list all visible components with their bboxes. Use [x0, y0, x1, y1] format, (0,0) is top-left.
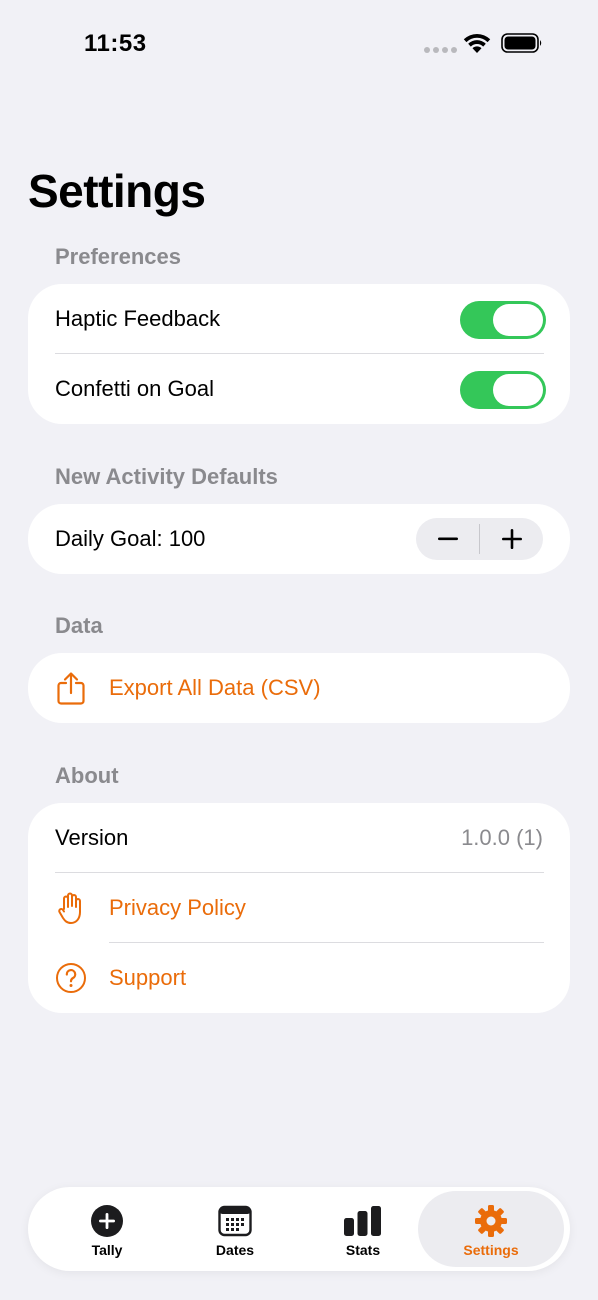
- toggle-knob: [493, 374, 543, 406]
- preferences-card: Haptic Feedback Confetti on Goal: [28, 284, 570, 424]
- hand-raised-icon: [58, 892, 81, 924]
- tab-tally-label: Tally: [91, 1242, 123, 1258]
- data-card: Export All Data (CSV): [28, 653, 570, 723]
- daily-goal-row: Daily Goal: 100: [28, 504, 570, 574]
- tab-stats-label: Stats: [345, 1242, 381, 1258]
- settings-screen: 11:53 Settings Preferences Haptic Feedba…: [0, 0, 598, 1300]
- minus-icon: [437, 537, 458, 541]
- tab-dates[interactable]: Dates: [170, 1191, 300, 1267]
- confetti-on-goal-toggle[interactable]: [460, 371, 546, 409]
- haptic-feedback-toggle[interactable]: [460, 301, 546, 339]
- cellular-signal-icon: [424, 47, 457, 53]
- calendar-icon: [218, 1205, 252, 1237]
- defaults-section-header: New Activity Defaults: [55, 464, 278, 489]
- export-all-data-button[interactable]: Export All Data (CSV): [28, 653, 570, 723]
- tab-bar: Tally Dates Stats Settings: [28, 1187, 570, 1271]
- tab-settings-label: Settings: [463, 1242, 519, 1258]
- data-section-header: Data: [55, 613, 103, 638]
- tab-stats[interactable]: Stats: [298, 1191, 428, 1267]
- preferences-section-header: Preferences: [55, 244, 181, 269]
- decrement-button[interactable]: [416, 518, 479, 560]
- battery-icon: [501, 33, 542, 53]
- defaults-card: Daily Goal: 100: [28, 504, 570, 574]
- version-row: Version 1.0.0 (1): [28, 803, 570, 873]
- plus-icon: [501, 529, 522, 549]
- support-button[interactable]: Support: [28, 943, 570, 1013]
- privacy-policy-label: Privacy Policy: [109, 895, 246, 920]
- status-bar: 11:53: [0, 0, 598, 90]
- confetti-on-goal-row: Confetti on Goal: [28, 354, 570, 424]
- bar-chart-icon: [344, 1206, 381, 1236]
- haptic-feedback-row: Haptic Feedback: [28, 284, 570, 354]
- plus-circle-icon: [91, 1205, 123, 1237]
- daily-goal-stepper[interactable]: [416, 518, 543, 560]
- export-all-data-label: Export All Data (CSV): [109, 675, 321, 700]
- privacy-policy-button[interactable]: Privacy Policy: [28, 873, 570, 943]
- share-icon: [57, 672, 85, 705]
- version-value: 1.0.0 (1): [461, 825, 543, 850]
- confetti-on-goal-label: Confetti on Goal: [55, 376, 214, 401]
- page-title: Settings: [28, 165, 206, 217]
- toggle-knob: [493, 304, 543, 336]
- tab-tally[interactable]: Tally: [42, 1191, 172, 1267]
- status-time: 11:53: [84, 30, 147, 57]
- about-section-header: About: [55, 763, 119, 788]
- gear-icon: [475, 1205, 507, 1237]
- tab-settings[interactable]: Settings: [418, 1191, 564, 1267]
- tab-dates-label: Dates: [215, 1242, 255, 1258]
- increment-button[interactable]: [480, 518, 543, 560]
- wifi-icon: [463, 33, 491, 53]
- haptic-feedback-label: Haptic Feedback: [55, 306, 221, 331]
- support-label: Support: [109, 965, 187, 990]
- about-card: Version 1.0.0 (1) Privacy Policy Support: [28, 803, 570, 1013]
- daily-goal-label: Daily Goal: 100: [55, 526, 206, 551]
- question-circle-icon: [56, 963, 86, 993]
- version-label: Version: [55, 825, 129, 850]
